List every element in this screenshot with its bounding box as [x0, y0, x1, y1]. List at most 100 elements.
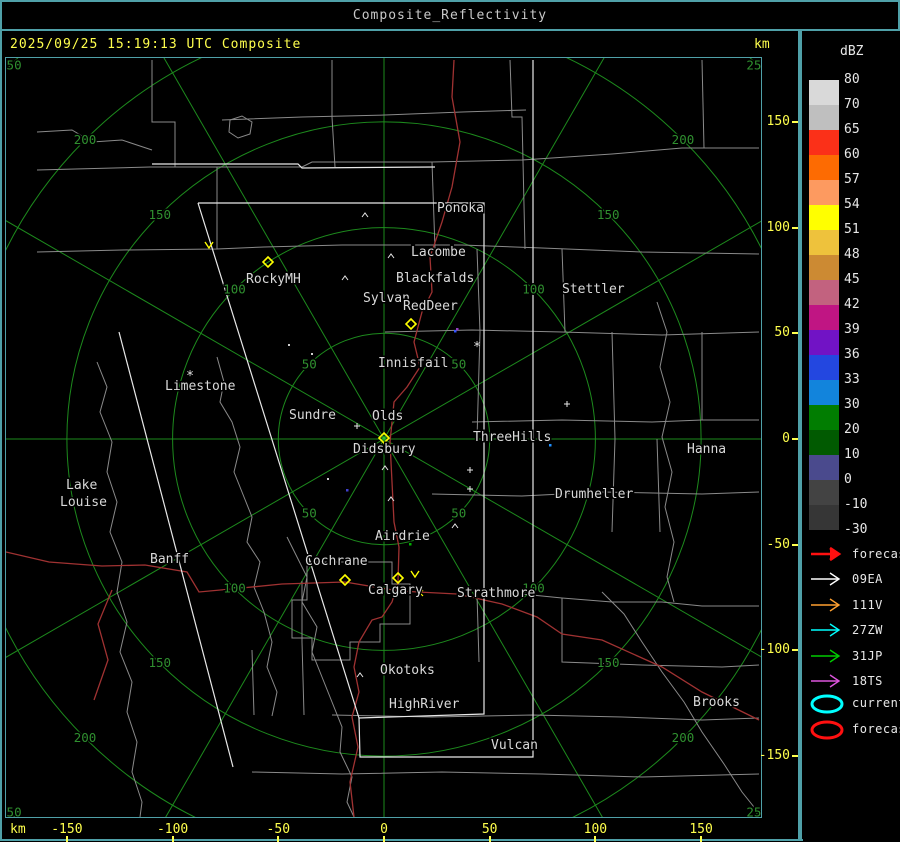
x-axis-tick-label: 150 — [671, 822, 731, 837]
x-axis-tick — [277, 836, 279, 842]
colorbar-swatch — [809, 180, 839, 205]
y-axis-unit-label: km — [754, 37, 770, 52]
colorbar-value-label: 10 — [844, 447, 884, 462]
colorbar-swatch — [809, 430, 839, 455]
radar-site-center-dot — [383, 437, 386, 440]
county-boundary — [657, 439, 660, 532]
colorbar-swatch — [809, 130, 839, 155]
colorbar-value-label: 48 — [844, 247, 884, 262]
y-axis-tick-label: 0 — [758, 431, 790, 446]
x-axis-tick — [700, 836, 702, 842]
colorbar-swatch — [809, 505, 839, 530]
colorbar-value-label: 39 — [844, 322, 884, 337]
y-axis-tick-label: 100 — [758, 220, 790, 235]
chevron-marker — [411, 571, 419, 577]
colorbar-value-label: -10 — [844, 497, 884, 512]
colorbar-swatch — [809, 80, 839, 105]
ellipse-shape — [812, 696, 842, 712]
x-axis-tick-label: -100 — [143, 822, 203, 837]
colorbar-swatch — [809, 330, 839, 355]
range-ring-label: 150 — [597, 655, 620, 670]
city-label: Sundre — [289, 408, 336, 423]
y-axis: 150100500-50-100-150 — [758, 57, 800, 818]
city-label: Olds — [372, 409, 403, 424]
county-boundary — [432, 162, 435, 249]
legend-item: 111V — [806, 594, 900, 618]
county-boundary — [222, 110, 526, 120]
legend-item: 18TS — [806, 670, 900, 694]
y-axis-tick-label: -100 — [758, 642, 790, 657]
legend-item-label: 27ZW — [852, 623, 883, 637]
radar-echo — [346, 489, 349, 492]
legend-item: 31JP — [806, 645, 900, 669]
dot-marker — [327, 478, 329, 480]
legend-arrow-icon — [808, 672, 848, 694]
legend-item-label: 111V — [852, 598, 883, 612]
range-ring-label: 200 — [672, 132, 695, 147]
legend-ellipse-icon — [808, 720, 848, 742]
county-boundary — [152, 60, 175, 167]
county-boundary — [97, 362, 142, 817]
radar-echo — [456, 328, 459, 331]
legend-arrow-icon — [808, 570, 848, 592]
colorbar-value-label: 70 — [844, 97, 884, 112]
range-ring-label: 250 — [6, 58, 22, 72]
radar-map-canvas: 5050505010010010010015015015015020020020… — [6, 58, 761, 817]
caret-marker — [357, 673, 363, 677]
colorbar-swatch — [809, 405, 839, 430]
x-axis-tick — [172, 836, 174, 842]
city-label: Vulcan — [491, 738, 538, 753]
y-axis-tick-label: 50 — [758, 325, 790, 340]
county-boundary — [37, 245, 759, 254]
colorbar-swatch — [809, 480, 839, 505]
legend-item: 27ZW — [806, 619, 900, 643]
arrow-head — [830, 548, 839, 560]
colorbar-swatch — [809, 280, 839, 305]
caret-marker — [362, 213, 368, 217]
plus-marker — [564, 401, 570, 407]
x-axis-tick — [489, 836, 491, 842]
colorbar-value-label: 54 — [844, 197, 884, 212]
radar-map[interactable]: 5050505010010010010015015015015020020020… — [5, 57, 762, 818]
county-boundary — [702, 60, 704, 148]
city-label: Ponoka — [437, 201, 484, 216]
coverage-boundary — [119, 332, 233, 767]
app-window: Composite_Reflectivity 2025/09/25 15:19:… — [0, 0, 900, 841]
range-ring-label: 50 — [302, 506, 317, 521]
legend-item-label: forecast — [852, 547, 900, 561]
colorbar-value-label: 36 — [844, 347, 884, 362]
city-label: Lacombe — [411, 245, 466, 260]
x-axis-tick — [66, 836, 68, 842]
range-ring-label: 250 — [6, 805, 22, 817]
legend-item-label: 09EA — [852, 572, 883, 586]
city-label: Innisfail — [378, 356, 448, 371]
county-boundary — [562, 598, 759, 667]
legend-item: forecast — [806, 718, 900, 742]
range-ring-label: 200 — [74, 132, 97, 147]
city-label: RedDeer — [403, 299, 458, 314]
city-label: Okotoks — [380, 663, 435, 678]
x-axis-tick-label: 50 — [460, 822, 520, 837]
highway-line — [94, 590, 112, 700]
title-bar: Composite_Reflectivity — [2, 2, 898, 31]
x-axis-tick — [383, 836, 385, 842]
side-panel: dBZ 807065605754514845423936333020100-10… — [803, 31, 900, 841]
city-label: Cochrane — [305, 554, 368, 569]
radar-site-marker — [340, 575, 350, 585]
colorbar-value-label: 57 — [844, 172, 884, 187]
city-label: Lake — [66, 478, 97, 493]
dot-marker — [288, 344, 290, 346]
colorbar-value-label: 51 — [844, 222, 884, 237]
city-label: Drumheller — [555, 487, 633, 502]
county-boundary — [252, 650, 254, 715]
county-boundary — [287, 537, 354, 817]
x-axis-unit-label: km — [10, 822, 26, 837]
x-axis: km -150-100-50050100150 — [2, 819, 798, 841]
colorbar-value-label: 42 — [844, 297, 884, 312]
city-label: Blackfalds — [396, 271, 474, 286]
legend-item: forecast — [806, 543, 900, 567]
colorbar-swatch — [809, 305, 839, 330]
legend-arrow-icon — [808, 545, 848, 567]
city-label: Stettler — [562, 282, 625, 297]
colorbar-value-label: 80 — [844, 72, 884, 87]
